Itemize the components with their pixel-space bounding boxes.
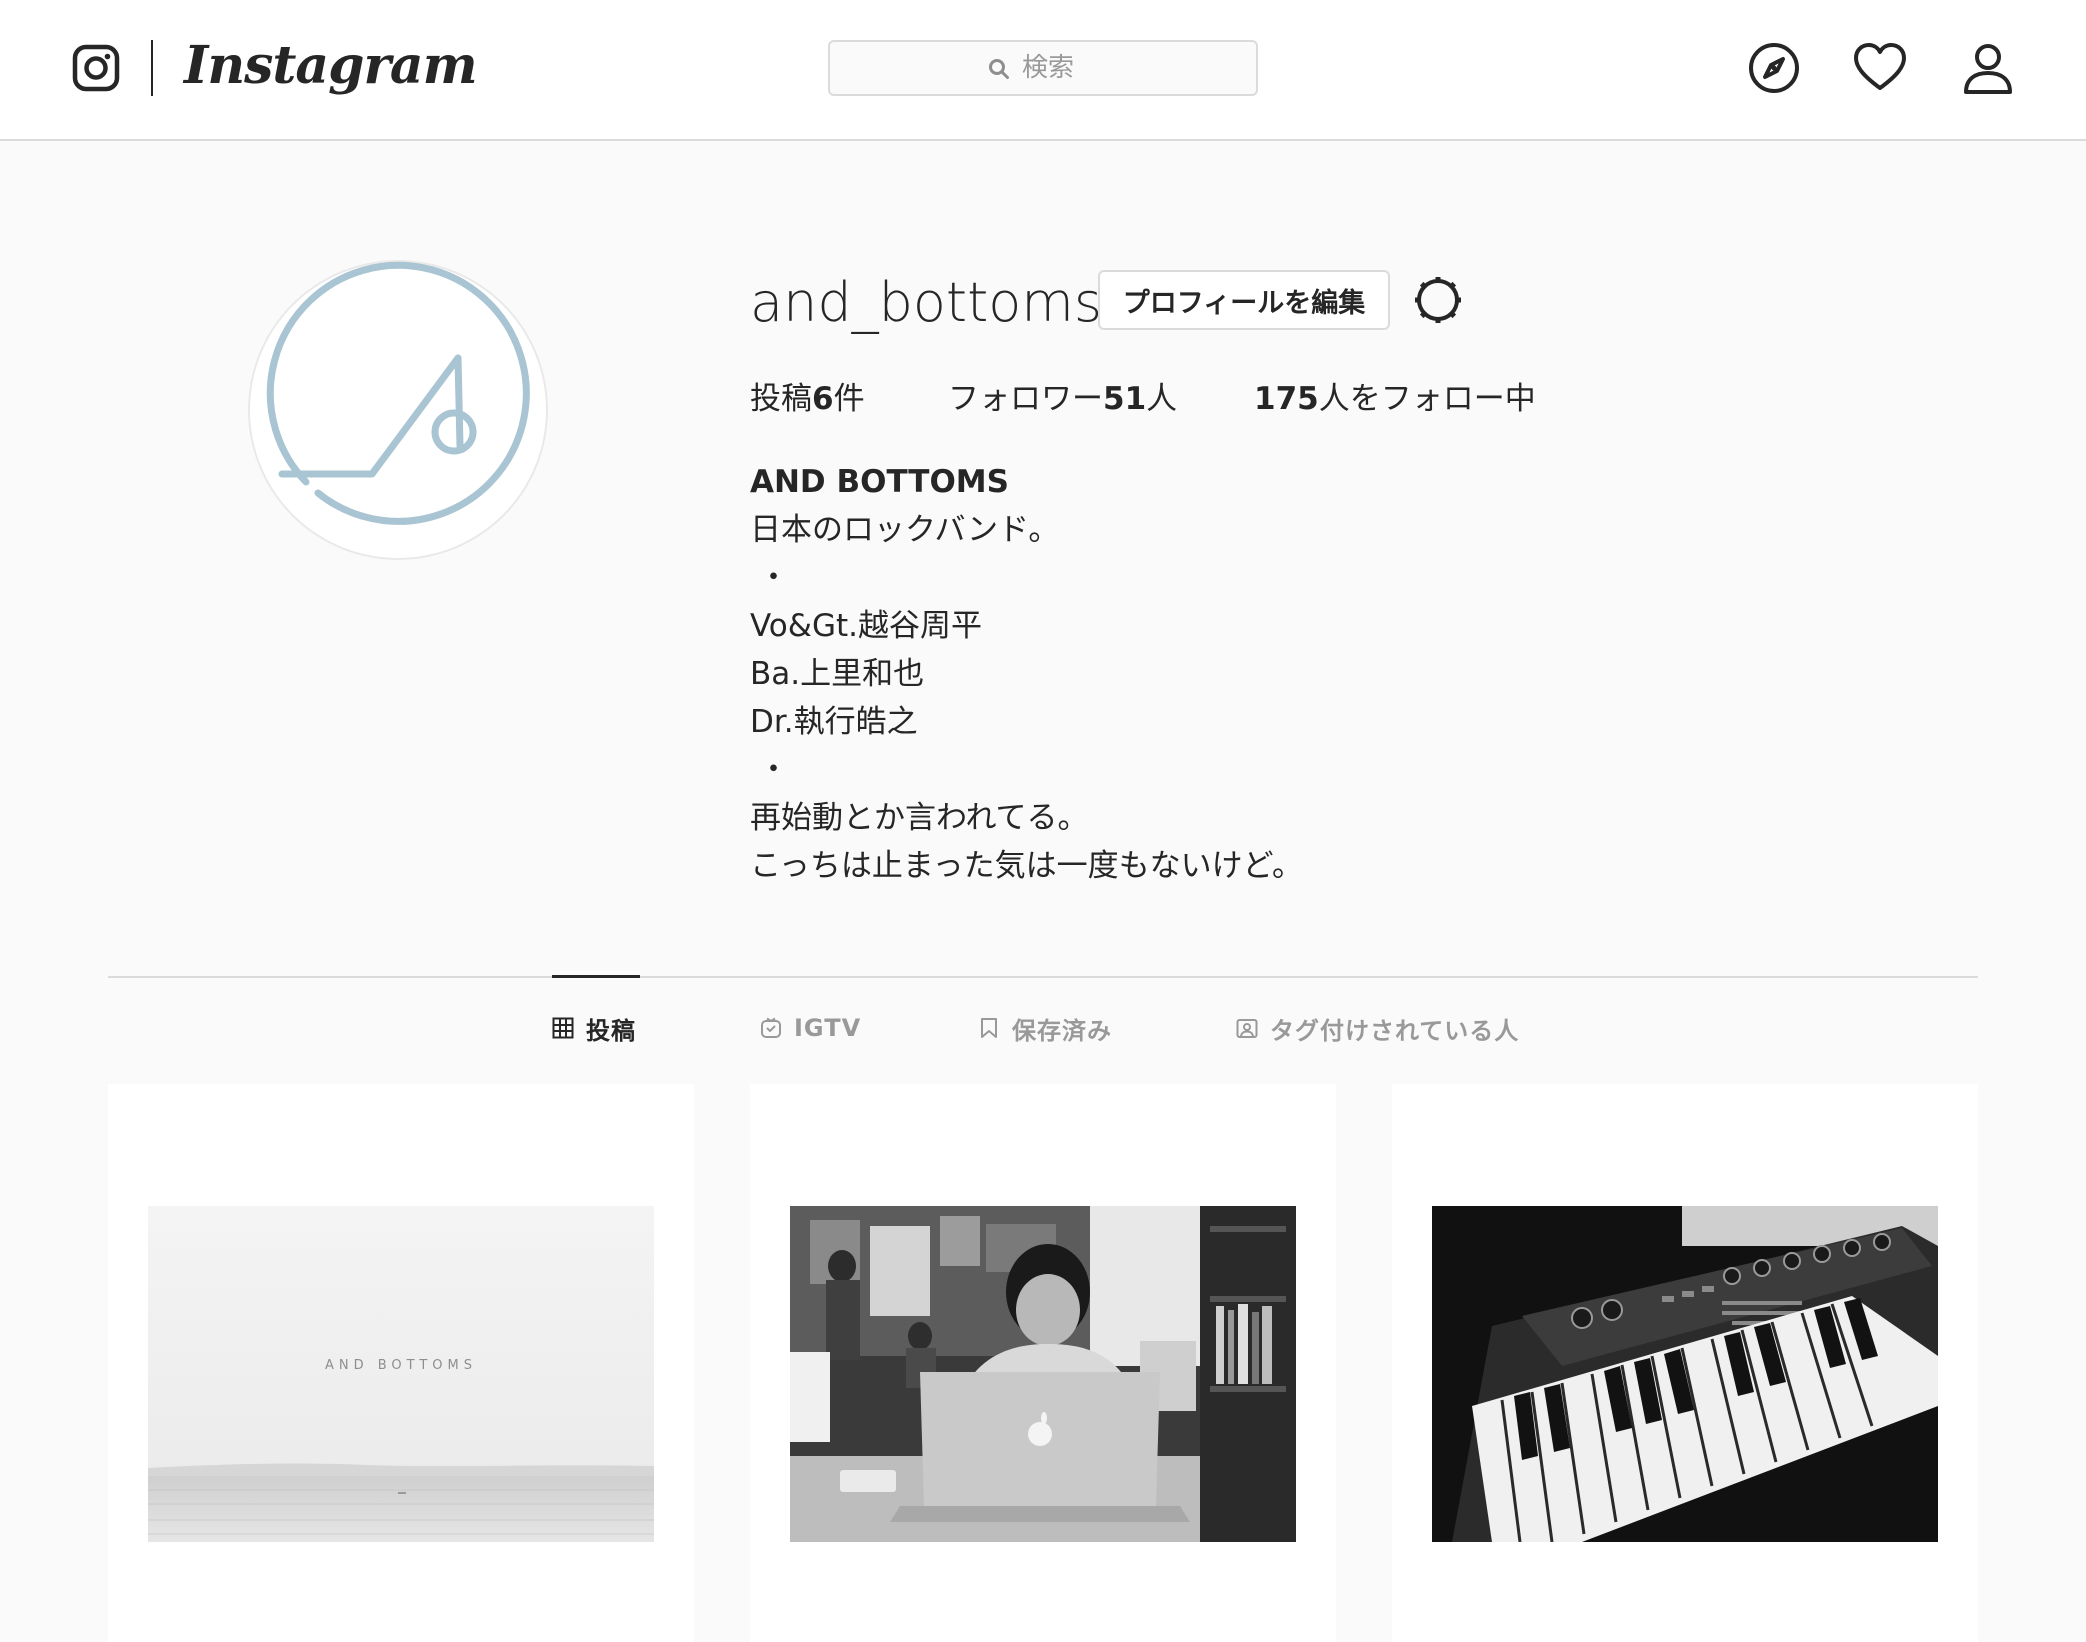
tabs-divider [108,976,1978,978]
profile-bio: AND BOTTOMS 日本のロックバンド。 ・ Vo&Gt.越谷周平 Ba.上… [750,458,1950,890]
profile-full-name: AND BOTTOMS [750,464,1009,500]
instagram-glyph-icon[interactable] [72,44,120,92]
profile-username: and_bottoms [750,271,1103,334]
grid-icon [552,1017,574,1039]
post-thumbnail[interactable] [1392,1084,1978,1642]
bio-line: ・ [758,560,789,596]
followers-count-stat[interactable]: フォロワー51人 [948,376,1177,422]
bio-line: こっちは止まった気は一度もないけど。 [750,848,1304,884]
bio-line: 日本のロックバンド。 [750,512,1060,548]
search-box[interactable] [828,40,1258,96]
tab-igtv[interactable]: IGTV [760,1010,861,1046]
tab-label: IGTV [794,1014,862,1042]
post-image: AND BOTTOMS [148,1206,654,1542]
igtv-icon [761,1017,781,1038]
bio-line: Vo&Gt.越谷周平 [750,608,982,644]
tab-posts[interactable]: 投稿 [552,1010,636,1046]
search-input[interactable] [830,42,1256,94]
logo-divider [151,40,153,96]
tab-label: 保存済み [1012,1016,1112,1045]
tab-label: タグ付けされている人 [1270,1016,1520,1045]
edit-profile-button[interactable]: プロフィールを編集 [1098,270,1390,330]
instagram-wordmark-logo[interactable]: Instagram [184,26,478,106]
profile-avatar[interactable] [248,260,548,560]
gear-icon[interactable] [1412,274,1464,326]
compass-icon[interactable] [1746,40,1802,96]
and-bottoms-logo [266,261,530,525]
tab-tagged[interactable]: タグ付けされている人 [1236,1010,1519,1046]
bio-line: ・ [758,752,789,788]
bio-line: Ba.上里和也 [750,656,925,692]
following-count-stat[interactable]: 175人をフォロー中 [1254,376,1536,422]
post-overlay-text: AND BOTTOMS [324,1358,478,1373]
posts-count-stat: 投稿6件 [750,381,865,417]
tab-label: 投稿 [586,1016,636,1045]
tagged-person-icon [1236,1019,1258,1038]
person-icon[interactable] [1960,40,2016,96]
bookmark-icon [981,1018,997,1038]
heart-icon[interactable] [1852,40,1908,96]
top-navigation-bar: Instagram [0,0,2086,141]
bio-line: 再始動とか言われてる。 [750,800,1089,836]
active-tab-indicator [552,975,640,978]
post-image [1432,1206,1938,1542]
bio-line: Dr.執行皓之 [750,704,918,740]
post-thumbnail[interactable] [750,1084,1336,1642]
post-image [790,1206,1296,1542]
post-thumbnail[interactable]: AND BOTTOMS [108,1084,694,1642]
tab-saved[interactable]: 保存済み [978,1010,1112,1046]
